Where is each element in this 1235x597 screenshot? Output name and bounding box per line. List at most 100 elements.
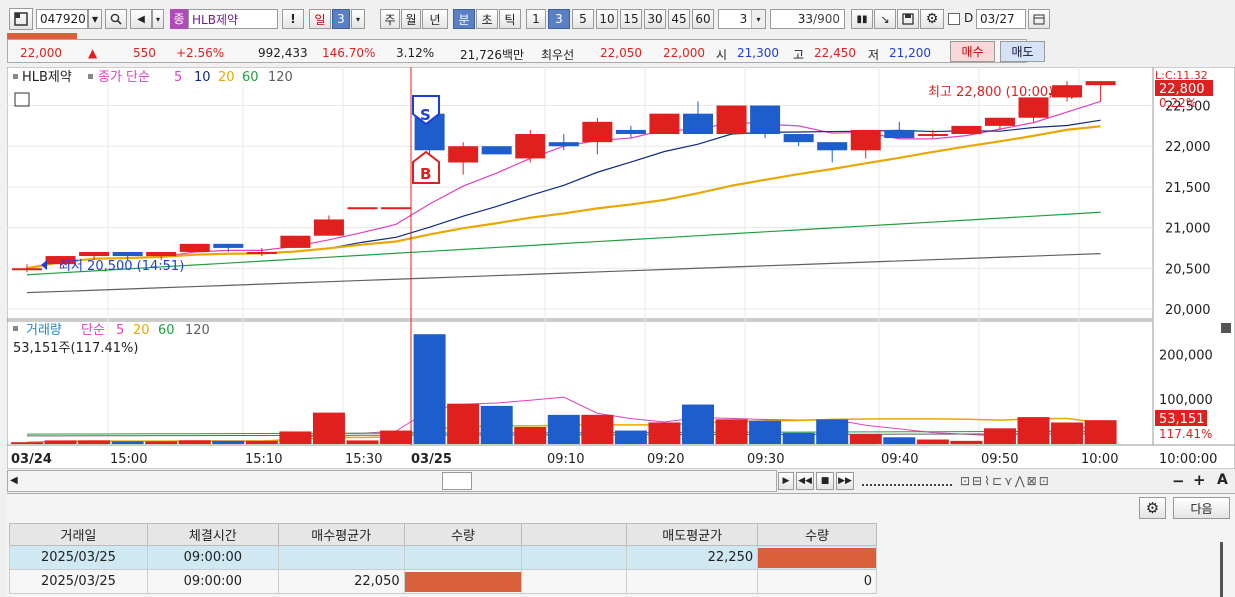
- date-checkbox[interactable]: [948, 13, 960, 25]
- volume-bar: [245, 440, 278, 444]
- draw-tool-icon[interactable]: ↘: [874, 9, 896, 29]
- quantity-bar: [758, 547, 876, 568]
- table-vertical-scrollbar[interactable]: [1220, 542, 1223, 597]
- scroll-left-icon[interactable]: ◀: [10, 475, 18, 486]
- ma-legend-120: 120: [268, 70, 293, 85]
- volume-bar: [916, 439, 949, 444]
- font-size-icon[interactable]: A: [1217, 472, 1228, 488]
- draw-tools-icons[interactable]: ⊡⊟⌇⊏⋎⋀⊠⊡: [960, 474, 1051, 488]
- volume-tick-label: 100,000: [1159, 393, 1213, 408]
- speaker-icon[interactable]: ◀︎: [130, 9, 152, 29]
- alert-button[interactable]: !: [282, 9, 304, 29]
- open-label: 시: [716, 48, 728, 62]
- day-count-value[interactable]: 3: [332, 9, 350, 29]
- day-count-dropdown[interactable]: ▾: [351, 9, 365, 29]
- vol-ma-legend-20: 20: [133, 323, 150, 338]
- rewind-icon[interactable]: ◀◀: [796, 472, 814, 490]
- volume-bar: [849, 434, 882, 444]
- calendar-icon[interactable]: [1028, 9, 1050, 29]
- tab-month[interactable]: 월: [401, 9, 421, 29]
- price-volume-chart[interactable]: 22,50022,00021,50021,00020,50020,000 200…: [7, 67, 1235, 469]
- volume-bar: [514, 426, 547, 444]
- tab-second[interactable]: 초: [476, 9, 498, 29]
- stock-code-input[interactable]: 047920: [36, 9, 88, 29]
- zoom-slider[interactable]: [862, 478, 952, 486]
- volume-bar: [983, 428, 1016, 444]
- zoom-in-icon[interactable]: +: [1193, 471, 1206, 489]
- table-row[interactable]: 2025/03/25 09:00:00 22,050 0: [9, 569, 877, 594]
- volume-bar: [447, 403, 480, 444]
- table-cell: [403, 569, 523, 594]
- scroll-right-icon[interactable]: ▶: [778, 472, 794, 490]
- best-ask: 22,050: [600, 46, 642, 60]
- candle: [179, 243, 210, 252]
- current-volume-readout: 53,151주(117.41%): [13, 341, 138, 356]
- date-input[interactable]: 03/27: [976, 9, 1026, 29]
- interval-button-45[interactable]: 45: [668, 9, 690, 29]
- tab-week[interactable]: 주: [380, 9, 400, 29]
- volume-label: 거래량: [26, 323, 62, 338]
- chart-type-icon[interactable]: ▮▮: [851, 9, 873, 29]
- bars-shown-input[interactable]: 33/900: [770, 9, 845, 29]
- gear-icon[interactable]: ⚙: [920, 9, 944, 29]
- speaker-dropdown-button[interactable]: ▾: [152, 9, 164, 29]
- table-header-row: 거래일 체결시간 매수평균가 수량 매도평균가 수량: [9, 523, 877, 546]
- stock-type-badge: 종: [170, 9, 188, 29]
- stop-icon[interactable]: ■: [816, 472, 834, 490]
- candle: [381, 207, 412, 210]
- low-label: 저: [868, 48, 880, 62]
- tab-minute[interactable]: 분: [453, 9, 475, 29]
- price-tick-label: 21,500: [1165, 181, 1211, 196]
- quantity-bar: [404, 571, 522, 592]
- tab-tick[interactable]: 틱: [499, 9, 521, 29]
- window-menu-icon[interactable]: [9, 8, 33, 30]
- table-row[interactable]: 2025/03/25 09:00:00 22,250: [9, 545, 877, 570]
- save-icon[interactable]: [897, 9, 919, 29]
- scroll-thumb[interactable]: [442, 472, 472, 490]
- candle: [481, 146, 512, 155]
- interval-button-1[interactable]: 1: [526, 9, 546, 29]
- interval-button-3[interactable]: 3: [548, 9, 570, 29]
- interval-button-10[interactable]: 10: [596, 9, 618, 29]
- tab-day[interactable]: 일: [309, 9, 331, 29]
- zoom-out-icon[interactable]: −: [1172, 472, 1185, 490]
- volume-bar: [883, 437, 916, 444]
- fast-forward-icon[interactable]: ▶▶: [836, 472, 854, 490]
- interval-button-5[interactable]: 5: [572, 9, 594, 29]
- trade-amount: 21,726백만: [460, 48, 525, 62]
- stock-name-input[interactable]: HLB제약: [188, 9, 278, 29]
- time-tick-label: 15:10: [245, 452, 282, 467]
- time-tick-label: 03/25: [411, 452, 452, 467]
- candle: [515, 129, 546, 163]
- interval-button-15[interactable]: 15: [620, 9, 642, 29]
- table-cell: 09:00:00: [146, 569, 279, 594]
- high-label: 고: [793, 48, 805, 62]
- chart-scrollbar[interactable]: [7, 470, 777, 492]
- code-dropdown-button[interactable]: ▾: [88, 9, 102, 29]
- count-input[interactable]: 3 ▾: [718, 9, 766, 29]
- panel-close-icon[interactable]: [1221, 323, 1231, 333]
- count-dropdown-icon[interactable]: ▾: [751, 10, 765, 28]
- search-icon[interactable]: [105, 9, 127, 29]
- current-price: 22,000: [20, 46, 62, 60]
- price-tick-label: 22,000: [1165, 140, 1211, 155]
- buy-button[interactable]: 매수: [950, 41, 995, 62]
- time-tick-label: 09:10: [547, 452, 584, 467]
- ma-legend-60: 60: [242, 70, 259, 85]
- tab-year[interactable]: 년: [422, 9, 448, 29]
- time-tick-label: 09:50: [981, 452, 1018, 467]
- low-annotation: 최저 20,500 (14:51): [59, 259, 184, 274]
- turnover-rate: 3.12%: [396, 46, 435, 60]
- sell-button[interactable]: 매도: [1000, 41, 1045, 62]
- volume-tick-label: 200,000: [1159, 348, 1213, 363]
- volume-bar: [782, 432, 815, 444]
- table-header-cell: 수량: [403, 523, 523, 546]
- candle: [649, 113, 680, 135]
- interval-button-30[interactable]: 30: [644, 9, 666, 29]
- time-tick-label: 15:30: [345, 452, 382, 467]
- table-cell: 2025/03/25: [9, 569, 148, 594]
- candle: [716, 105, 747, 135]
- next-button[interactable]: 다음: [1173, 497, 1230, 519]
- settings-gear-icon[interactable]: ⚙: [1139, 497, 1166, 519]
- interval-button-60[interactable]: 60: [692, 9, 714, 29]
